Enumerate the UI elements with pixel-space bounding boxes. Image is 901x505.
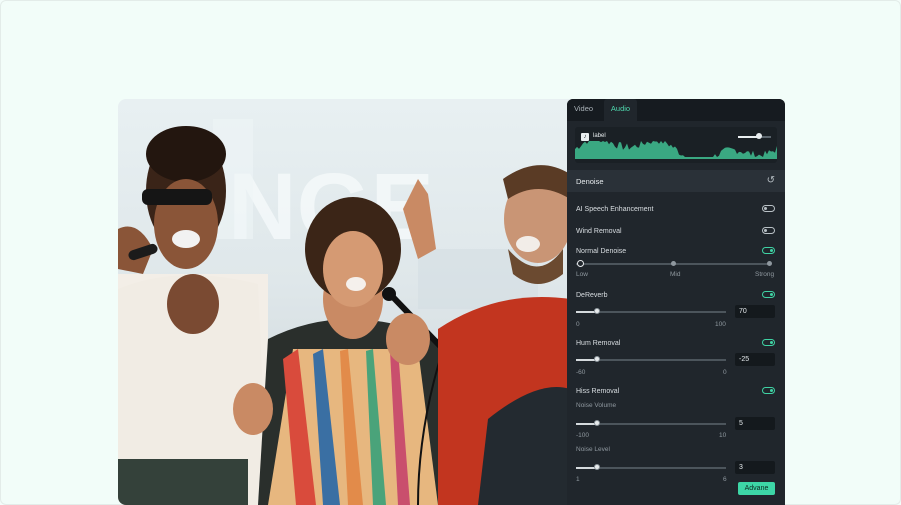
- hiss-removal-toggle[interactable]: [762, 387, 775, 394]
- denoise-level-strong: Strong: [755, 271, 775, 278]
- noise-volume-max: 10: [719, 432, 727, 439]
- dereverb-value-input[interactable]: 70: [735, 305, 775, 318]
- audio-settings-panel: Video Audio ♪ label Denoise ↺ AI Speech …: [567, 99, 785, 505]
- audio-waveform[interactable]: ♪ label: [575, 127, 777, 163]
- advance-button[interactable]: Advane: [738, 482, 775, 495]
- ai-speech-enhancement-label: AI Speech Enhancement: [576, 206, 654, 213]
- noise-level-slider[interactable]: [576, 464, 726, 470]
- panel-tabs: Video Audio: [567, 99, 785, 121]
- tab-audio[interactable]: Audio: [604, 99, 637, 121]
- toggle-knob: [770, 389, 773, 392]
- hum-removal-min: -60: [576, 369, 586, 376]
- dereverb-min: 0: [576, 321, 580, 328]
- music-note-icon: ♪: [581, 133, 589, 141]
- clip-label: label: [593, 133, 606, 139]
- dereverb-label: DeReverb: [576, 292, 608, 299]
- wind-removal-label: Wind Removal: [576, 228, 622, 235]
- normal-denoise-toggle[interactable]: [762, 247, 775, 254]
- denoise-level-mid: Mid: [670, 271, 681, 278]
- toggle-knob: [770, 341, 773, 344]
- dereverb-slider[interactable]: [576, 308, 726, 314]
- hum-removal-toggle[interactable]: [762, 339, 775, 346]
- denoise-title: Denoise: [576, 177, 604, 186]
- hum-removal-label: Hum Removal: [576, 340, 621, 347]
- dereverb-max: 100: [715, 321, 726, 328]
- toggle-knob: [764, 207, 767, 210]
- noise-volume-value-input[interactable]: 5: [735, 417, 775, 430]
- dereverb-toggle[interactable]: [762, 291, 775, 298]
- noise-level-max: 6: [723, 476, 727, 483]
- wind-removal-toggle[interactable]: [762, 227, 775, 234]
- slider-knob[interactable]: [594, 308, 600, 314]
- slider-knob[interactable]: [594, 464, 600, 470]
- toggle-knob: [764, 229, 767, 232]
- denoise-stop-low[interactable]: [576, 260, 584, 267]
- reset-icon[interactable]: ↺: [767, 175, 775, 186]
- toggle-knob: [770, 249, 773, 252]
- clip-volume-slider[interactable]: [738, 133, 771, 139]
- toggle-knob: [770, 293, 773, 296]
- noise-volume-min: -100: [576, 432, 590, 439]
- noise-level-value-input[interactable]: 3: [735, 461, 775, 474]
- slider-knob[interactable]: [594, 356, 600, 362]
- noise-level-min: 1: [576, 476, 580, 483]
- hum-removal-slider[interactable]: [576, 356, 726, 362]
- denoise-section-header[interactable]: Denoise ↺: [567, 170, 785, 192]
- hum-removal-max: 0: [723, 369, 727, 376]
- video-preview[interactable]: NGE: [118, 99, 570, 505]
- preview-image: NGE: [118, 119, 570, 505]
- noise-level-label: Noise Level: [576, 446, 610, 453]
- denoise-level-low: Low: [576, 271, 588, 278]
- normal-denoise-label: Normal Denoise: [576, 248, 627, 255]
- tab-video[interactable]: Video: [574, 99, 593, 121]
- denoise-stop-strong[interactable]: [766, 261, 772, 266]
- noise-volume-label: Noise Volume: [576, 402, 617, 409]
- ai-speech-enhancement-toggle[interactable]: [762, 205, 775, 212]
- hum-removal-value-input[interactable]: -25: [735, 353, 775, 366]
- normal-denoise-slider[interactable]: [576, 260, 772, 267]
- slider-knob[interactable]: [594, 420, 600, 426]
- denoise-stop-mid[interactable]: [671, 261, 676, 266]
- noise-volume-slider[interactable]: [576, 420, 726, 426]
- hiss-removal-label: Hiss Removal: [576, 388, 620, 395]
